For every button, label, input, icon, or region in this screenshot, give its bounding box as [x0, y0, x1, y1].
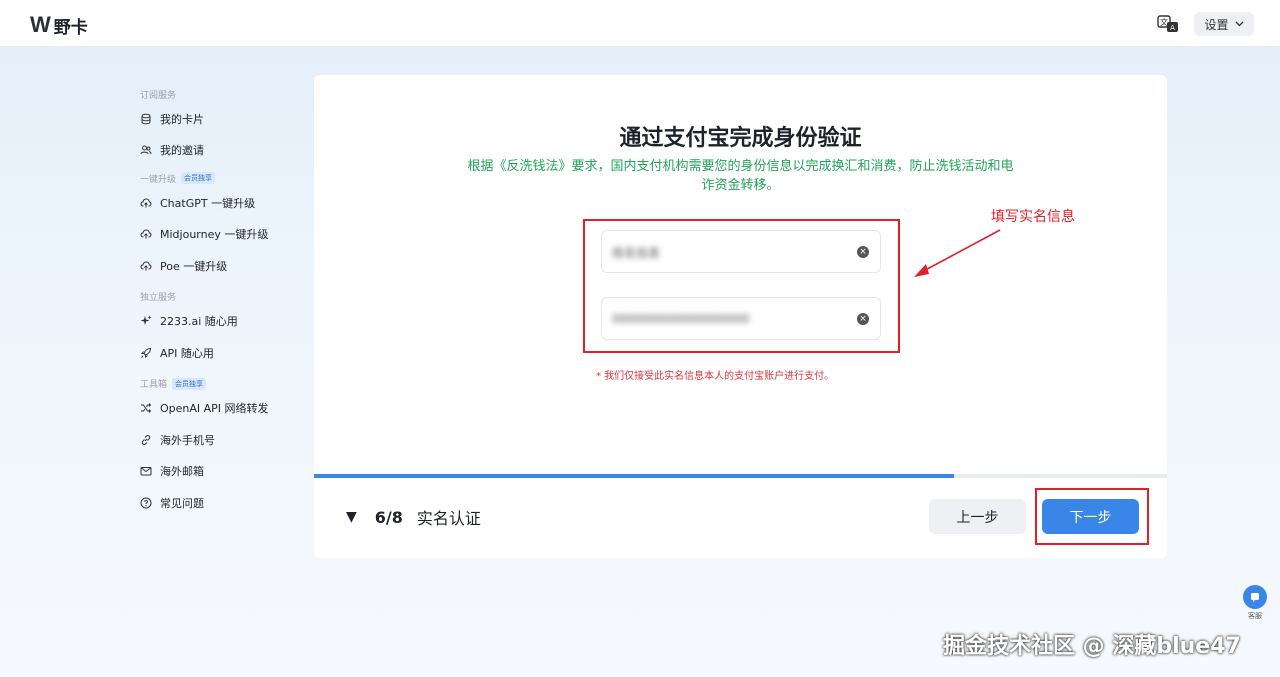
- rocket-icon: [141, 347, 152, 358]
- sparkle-icon: [140, 315, 152, 326]
- cloud-upload-icon: [140, 261, 152, 271]
- top-navbar: W 野卡 文 A 设置: [0, 0, 1280, 47]
- step-label: 实名认证: [416, 509, 481, 528]
- alipay-account-note: * 我们仅接受此实名信息本人的支付宝账户进行支付。: [596, 371, 835, 382]
- sidebar-item-my-cards[interactable]: 我的卡片: [140, 103, 310, 135]
- members-only-badge: 会员独享: [181, 172, 216, 184]
- link-icon: [141, 434, 151, 445]
- annotation-highlight-box: [1035, 488, 1149, 545]
- logo[interactable]: W 野卡: [30, 12, 88, 38]
- coins-icon: [141, 113, 151, 125]
- help-circle-icon: [140, 497, 152, 509]
- customer-service-button[interactable]: 客服: [1238, 585, 1272, 625]
- users-icon: [140, 145, 152, 155]
- page-title: 通过支付宝完成身份验证: [619, 126, 862, 151]
- logo-mark: W: [30, 12, 51, 37]
- sidebar: 订阅服务 我的卡片 我的邀请 一键升级 会员独享 ChatGPT 一键升级 Mi…: [140, 85, 310, 519]
- chevron-down-icon: [1235, 21, 1243, 27]
- customer-service-label: 客服: [1248, 612, 1262, 620]
- step-number: 6/8: [374, 507, 403, 527]
- logo-text: 野卡: [53, 17, 88, 38]
- watermark: 掘金技术社区 @ 深藏blue47: [943, 634, 1241, 659]
- settings-label: 设置: [1204, 17, 1229, 32]
- collapse-triangle-icon: ▼: [346, 509, 357, 525]
- sidebar-section-standalone: 独立服务: [140, 293, 177, 303]
- sidebar-section-upgrade: 一键升级 会员独享: [140, 169, 310, 187]
- svg-text:文: 文: [1160, 17, 1168, 27]
- page-subtitle: 根据《反洗钱法》要求，国内支付机构需要您的身份信息以完成换汇和消费，防止洗钱活动…: [467, 159, 1014, 193]
- sidebar-item-overseas-email[interactable]: 海外邮箱: [140, 456, 310, 488]
- annotation-arrow-icon: [914, 229, 1001, 277]
- step-indicator[interactable]: ▼ 6/8 实名认证: [346, 505, 481, 529]
- sidebar-section-toolbox: 工具箱 会员独享: [140, 375, 310, 393]
- sidebar-item-midjourney-upgrade[interactable]: Midjourney 一键升级: [140, 219, 310, 251]
- settings-dropdown[interactable]: 设置: [1194, 12, 1254, 36]
- annotation-highlight-box: [583, 219, 900, 353]
- members-only-badge: 会员独享: [172, 377, 207, 390]
- shuffle-icon: [141, 403, 152, 414]
- cloud-upload-icon: [140, 229, 152, 239]
- previous-step-button[interactable]: 上一步: [929, 499, 1026, 534]
- translate-icon[interactable]: 文 A: [1157, 15, 1179, 33]
- sidebar-item-overseas-phone[interactable]: 海外手机号: [140, 424, 310, 456]
- sidebar-item-poe-upgrade[interactable]: Poe 一键升级: [140, 250, 310, 282]
- cloud-upload-icon: [140, 198, 152, 208]
- sidebar-item-faq[interactable]: 常见问题: [140, 487, 310, 519]
- sidebar-section-subscription: 订阅服务: [140, 90, 177, 101]
- sidebar-item-api[interactable]: API 随心用: [140, 337, 310, 369]
- mail-icon: [140, 467, 152, 476]
- svg-text:A: A: [1170, 24, 1175, 32]
- sidebar-item-my-invites[interactable]: 我的邀请: [140, 135, 310, 167]
- sidebar-item-chatgpt-upgrade[interactable]: ChatGPT 一键升级: [140, 187, 310, 219]
- sidebar-item-2233ai[interactable]: 2233.ai 随心用: [140, 306, 310, 338]
- chat-icon: [1243, 585, 1267, 609]
- sidebar-item-openai-proxy[interactable]: OpenAI API 网络转发: [140, 393, 310, 425]
